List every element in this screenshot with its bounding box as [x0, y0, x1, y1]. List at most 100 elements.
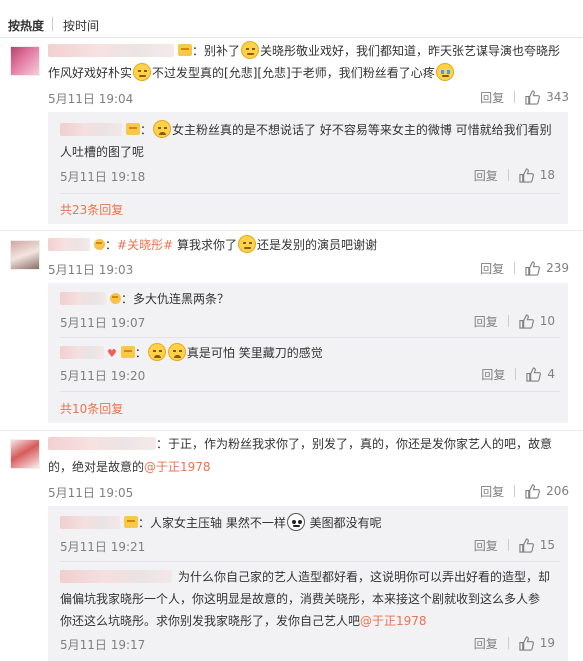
reply-button[interactable]: 回复 [474, 313, 498, 330]
topic-link[interactable]: #关晓彤# [117, 238, 173, 252]
divider [60, 561, 560, 562]
vip-badge-icon [94, 239, 105, 250]
avatar[interactable] [10, 240, 40, 270]
heart-badge-icon: ♥ [107, 347, 117, 360]
reply-actions: 回复 4 [481, 364, 555, 384]
username[interactable] [60, 516, 120, 529]
comment-actions: 回复 343 [480, 87, 569, 107]
reply-text: ：人家女主压轴 果然不一样 美图都没有呢 [60, 512, 382, 534]
like-count: 206 [546, 484, 569, 498]
thumbs-up-icon[interactable] [525, 260, 541, 276]
like-count: 15 [539, 538, 555, 552]
sad-emoji-icon [147, 343, 166, 361]
action-separator [514, 485, 516, 497]
sad-emoji-icon [167, 343, 186, 361]
reply-date: 5月11日 19:18 [60, 170, 146, 184]
action-separator [507, 169, 509, 181]
action-separator [507, 539, 509, 551]
reply-text: ：女主粉丝真的是不想说话了 好不容易等来女主的微博 可惜就给我们看别 [60, 119, 552, 141]
reply-button[interactable]: 回复 [480, 483, 504, 500]
reply-actions: 回复 19 [474, 633, 555, 653]
like-count: 4 [547, 367, 555, 381]
username[interactable] [48, 44, 174, 57]
like-count: 239 [546, 261, 569, 275]
mention-link[interactable]: @于正1978 [360, 614, 427, 628]
reply-date: 5月11日 19:17 [60, 638, 146, 652]
comment-actions: 回复 206 [480, 481, 569, 501]
reply-actions: 回复 10 [474, 311, 555, 331]
username[interactable] [60, 346, 104, 359]
avatar[interactable] [10, 46, 40, 76]
sad-emoji-icon [153, 120, 172, 138]
sort-separator [52, 17, 53, 31]
smile-emoji-icon [133, 63, 152, 81]
reply-button[interactable]: 回复 [481, 366, 505, 383]
like-count: 19 [539, 636, 555, 650]
thumbs-up-icon[interactable] [519, 537, 534, 553]
reply-date: 5月11日 19:07 [60, 316, 146, 330]
reply-text: 为什么你自己家的艺人造型都好看，这说明你可以弄出好看的造型，却 [60, 566, 550, 588]
comment-date: 5月11日 19:04 [48, 92, 134, 106]
divider [60, 337, 560, 338]
vip-badge-icon [120, 346, 135, 358]
username[interactable] [60, 292, 106, 305]
mention-link[interactable]: @于正1978 [144, 460, 211, 474]
vip-badge-icon [110, 293, 121, 304]
action-separator [507, 315, 509, 327]
comment-text: ：#关晓彤# 算我求你了 还是发别的演员吧谢谢 [48, 234, 377, 256]
reply-text-line: 你还这么坑晓彤。求你别发我家晓彤了，发你自己艺人吧@于正1978 [60, 614, 427, 628]
divider [0, 430, 583, 431]
sort-by-hot-tab[interactable]: 按热度 [8, 17, 44, 34]
comment-text: ：别补了 关晓彤敬业戏好，我们都知道，昨天张艺谋导演也夸晓彤 [48, 40, 560, 62]
thumbs-up-icon[interactable] [526, 366, 542, 382]
action-separator [514, 91, 516, 103]
avatar[interactable] [10, 439, 40, 469]
divider [0, 230, 583, 231]
comment-date: 5月11日 19:03 [48, 263, 134, 277]
action-separator [514, 262, 516, 274]
thumbs-up-icon[interactable] [519, 635, 534, 651]
comment-actions: 回复 239 [480, 258, 569, 278]
action-separator [507, 637, 509, 649]
thinking-emoji-icon [237, 235, 256, 253]
reply-text-line: 偏偏坑我家晓彤一个人，你这明显是故意的，消费关晓彤，本来接这个剧就收到这么多人参 [60, 592, 541, 606]
sort-bar: 按热度 按时间 [0, 0, 583, 38]
comment-text: ：于正，作为粉丝我求你了，别发了，真的，你还是发你家艺人的吧，故意 [48, 433, 552, 455]
reply-actions: 回复 15 [474, 535, 555, 555]
more-replies-link[interactable]: 共10条回复 [60, 400, 123, 417]
vip-badge-icon [124, 516, 138, 528]
like-count: 343 [546, 90, 569, 104]
action-separator [515, 368, 517, 380]
username[interactable] [48, 238, 90, 251]
comment-date: 5月11日 19:05 [48, 486, 134, 500]
username[interactable] [60, 123, 122, 136]
comment-text-line: 的，绝对是故意的@于正1978 [48, 460, 211, 474]
thumbs-up-icon[interactable] [525, 89, 541, 105]
panda-emoji-icon [286, 513, 305, 531]
thumbs-up-icon[interactable] [525, 483, 541, 499]
username[interactable] [60, 570, 172, 583]
sort-by-time-tab[interactable]: 按时间 [63, 17, 99, 34]
reply-text-line: 人吐槽的图了呢 [60, 145, 145, 159]
reply-actions: 回复 18 [474, 165, 555, 185]
reply-button[interactable]: 回复 [474, 537, 498, 554]
reply-button[interactable]: 回复 [474, 167, 498, 184]
thumbs-up-icon[interactable] [519, 313, 534, 329]
divider [60, 391, 560, 392]
reply-text: ♥：真是可怕 笑里藏刀的感觉 [60, 342, 323, 365]
like-count: 18 [539, 168, 555, 182]
vip-badge-icon [178, 44, 192, 56]
reply-date: 5月11日 19:21 [60, 540, 146, 554]
vip-badge-icon [126, 123, 140, 135]
username[interactable] [48, 437, 156, 450]
crying-emoji-icon [435, 63, 454, 81]
more-replies-link[interactable]: 共23条回复 [60, 201, 123, 218]
divider [60, 193, 560, 194]
like-count: 10 [539, 314, 555, 328]
comment-text-line: 作风好戏好朴实 不过发型真的[允悲][允悲]于老师，我们粉丝看了心疼 [48, 62, 455, 84]
reply-button[interactable]: 回复 [474, 635, 498, 652]
reply-button[interactable]: 回复 [480, 260, 504, 277]
smile-emoji-icon [241, 41, 260, 59]
reply-button[interactable]: 回复 [480, 89, 504, 106]
thumbs-up-icon[interactable] [519, 167, 534, 183]
